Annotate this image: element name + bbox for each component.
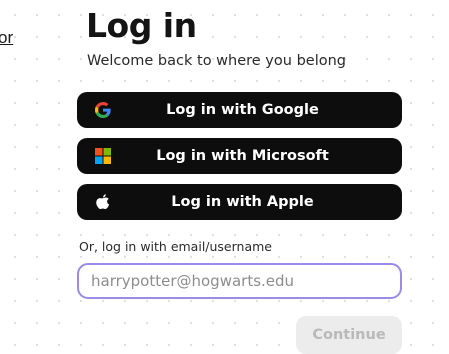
microsoft-login-button[interactable]: Log in with Microsoft: [77, 138, 402, 174]
email-username-input[interactable]: [77, 263, 402, 299]
google-login-label: Log in with Google: [166, 102, 319, 118]
apple-login-button[interactable]: Log in with Apple: [77, 184, 402, 220]
microsoft-icon: [95, 148, 111, 164]
edge-link[interactable]: or: [0, 28, 13, 48]
page-title: Log in: [86, 6, 197, 45]
email-login-label: Or, log in with email/username: [79, 239, 272, 254]
google-icon: [95, 102, 111, 118]
google-login-button[interactable]: Log in with Google: [77, 92, 402, 128]
page-subtitle: Welcome back to where you belong: [87, 53, 346, 69]
continue-button[interactable]: Continue: [296, 316, 402, 354]
apple-icon: [96, 194, 110, 210]
microsoft-login-label: Log in with Microsoft: [156, 148, 329, 164]
apple-login-label: Log in with Apple: [171, 194, 314, 210]
